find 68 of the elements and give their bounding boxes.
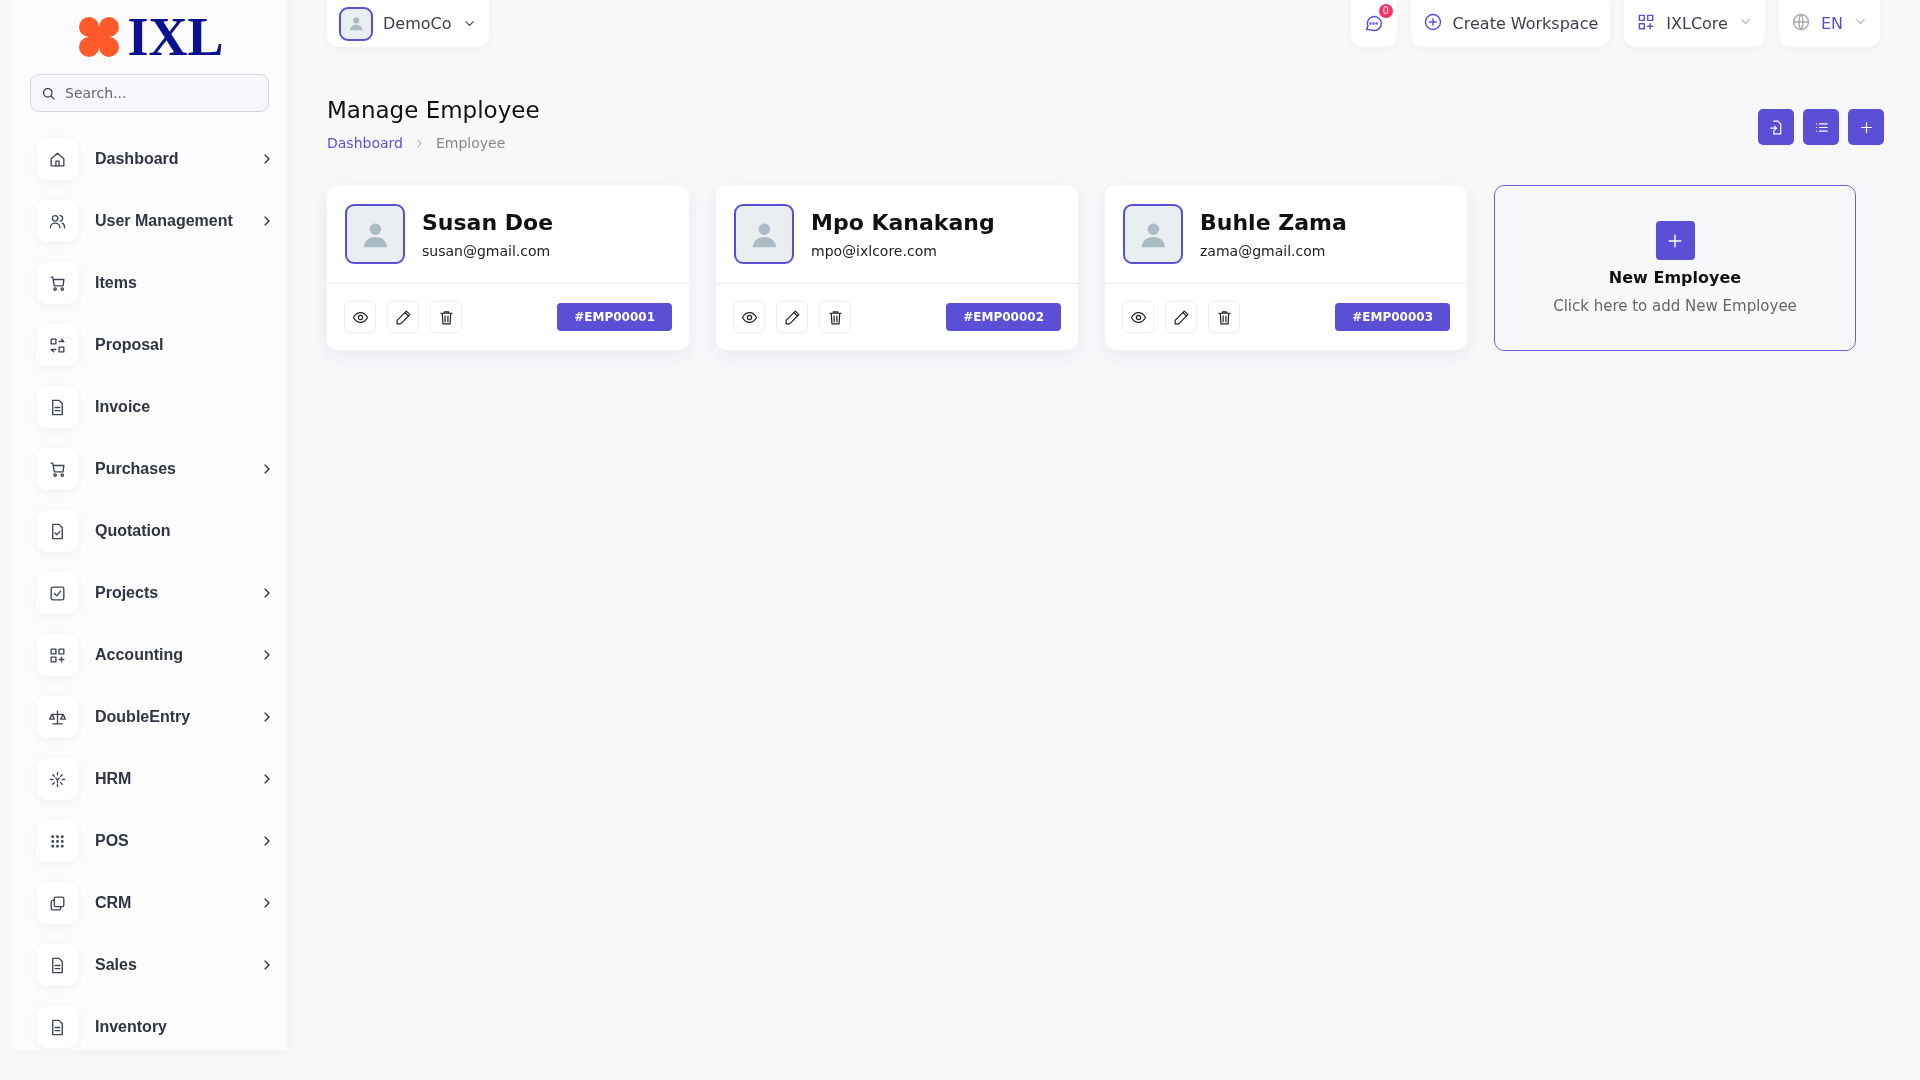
new-card-title: New Employee: [1608, 268, 1742, 287]
employee-email: mpo@ixlcore.com: [811, 242, 938, 259]
pencil-icon: [783, 308, 801, 326]
view-button[interactable]: [1122, 301, 1154, 333]
delete-button[interactable]: [1208, 301, 1240, 333]
language-selector[interactable]: EN: [1778, 0, 1880, 47]
list-view-button[interactable]: [1803, 109, 1839, 145]
new-employee-card[interactable]: New Employee Click here to add New Employee: [1494, 185, 1856, 351]
breadcrumb-current: Employee: [435, 135, 506, 151]
edit-button[interactable]: [387, 301, 419, 333]
company-selector[interactable]: DemoCo: [327, 0, 489, 47]
search-icon: [40, 85, 57, 102]
scale-icon: [47, 707, 67, 727]
edit-button[interactable]: [776, 301, 808, 333]
home-icon: [47, 149, 67, 169]
sidebar-item[interactable]: Dashboard: [36, 138, 275, 180]
messages-button[interactable]: 0: [1350, 0, 1397, 47]
employee-id-badge: #EMP00001: [557, 303, 672, 331]
create-workspace-button[interactable]: Create Workspace: [1410, 0, 1611, 47]
notification-badge: 0: [1378, 4, 1393, 18]
avatar-icon: [347, 15, 365, 32]
pencil-icon: [394, 308, 412, 326]
swap-icon: [47, 335, 67, 355]
sidebar-item[interactable]: Invoice: [36, 386, 275, 428]
pencil-icon: [1172, 308, 1190, 326]
sidebar-item[interactable]: DoubleEntry: [36, 696, 275, 738]
sidebar-item[interactable]: Accounting: [36, 634, 275, 676]
employee-id-badge: #EMP00003: [1335, 303, 1450, 331]
add-button[interactable]: [1848, 109, 1884, 145]
chat-icon: [1363, 13, 1385, 34]
sidebar-item[interactable]: Sales: [36, 944, 275, 986]
trash-icon: [437, 308, 455, 326]
sidebar-item[interactable]: Purchases: [36, 448, 275, 490]
globe-icon: [1790, 11, 1811, 32]
plus-circle-icon: [1422, 11, 1443, 32]
employee-name: Mpo Kanakang: [811, 209, 995, 235]
trash-icon: [1215, 308, 1233, 326]
logo-text: IXL: [127, 10, 224, 64]
sidebar-item[interactable]: CRM: [36, 882, 275, 924]
trash-icon: [826, 308, 844, 326]
workspace-selector[interactable]: IXLCore: [1624, 0, 1765, 47]
grid-icon: [47, 645, 67, 665]
view-button[interactable]: [344, 301, 376, 333]
sidebar-item[interactable]: User Management: [36, 200, 275, 242]
breadcrumb-link[interactable]: Dashboard: [327, 135, 403, 151]
checkbox-icon: [47, 583, 67, 603]
stacked-squares-icon: [47, 893, 67, 913]
sidebar-item[interactable]: Proposal: [36, 324, 275, 366]
delete-button[interactable]: [819, 301, 851, 333]
employee-name: Susan Doe: [422, 209, 554, 235]
page-title: Manage Employee: [327, 97, 540, 123]
sidebar-item[interactable]: HRM: [36, 758, 275, 800]
sidebar-item[interactable]: Quotation: [36, 510, 275, 552]
delete-button[interactable]: [430, 301, 462, 333]
employee-id-badge: #EMP00002: [946, 303, 1061, 331]
edit-button[interactable]: [1165, 301, 1197, 333]
search-field[interactable]: Search...: [30, 74, 269, 112]
new-card-subtitle: Click here to add New Employee: [1553, 297, 1797, 315]
import-button[interactable]: [1758, 109, 1794, 145]
focus-icon: [47, 769, 67, 789]
employee-email: zama@gmail.com: [1200, 242, 1327, 259]
sidebar-item[interactable]: POS: [36, 820, 275, 862]
sidebar-item[interactable]: Inventory: [36, 1006, 275, 1048]
view-button[interactable]: [733, 301, 765, 333]
sidebar-item[interactable]: Projects: [36, 572, 275, 614]
sidebar-item[interactable]: Items: [36, 262, 275, 304]
employee-name: Buhle Zama: [1200, 209, 1347, 235]
employee-email: susan@gmail.com: [422, 242, 552, 259]
